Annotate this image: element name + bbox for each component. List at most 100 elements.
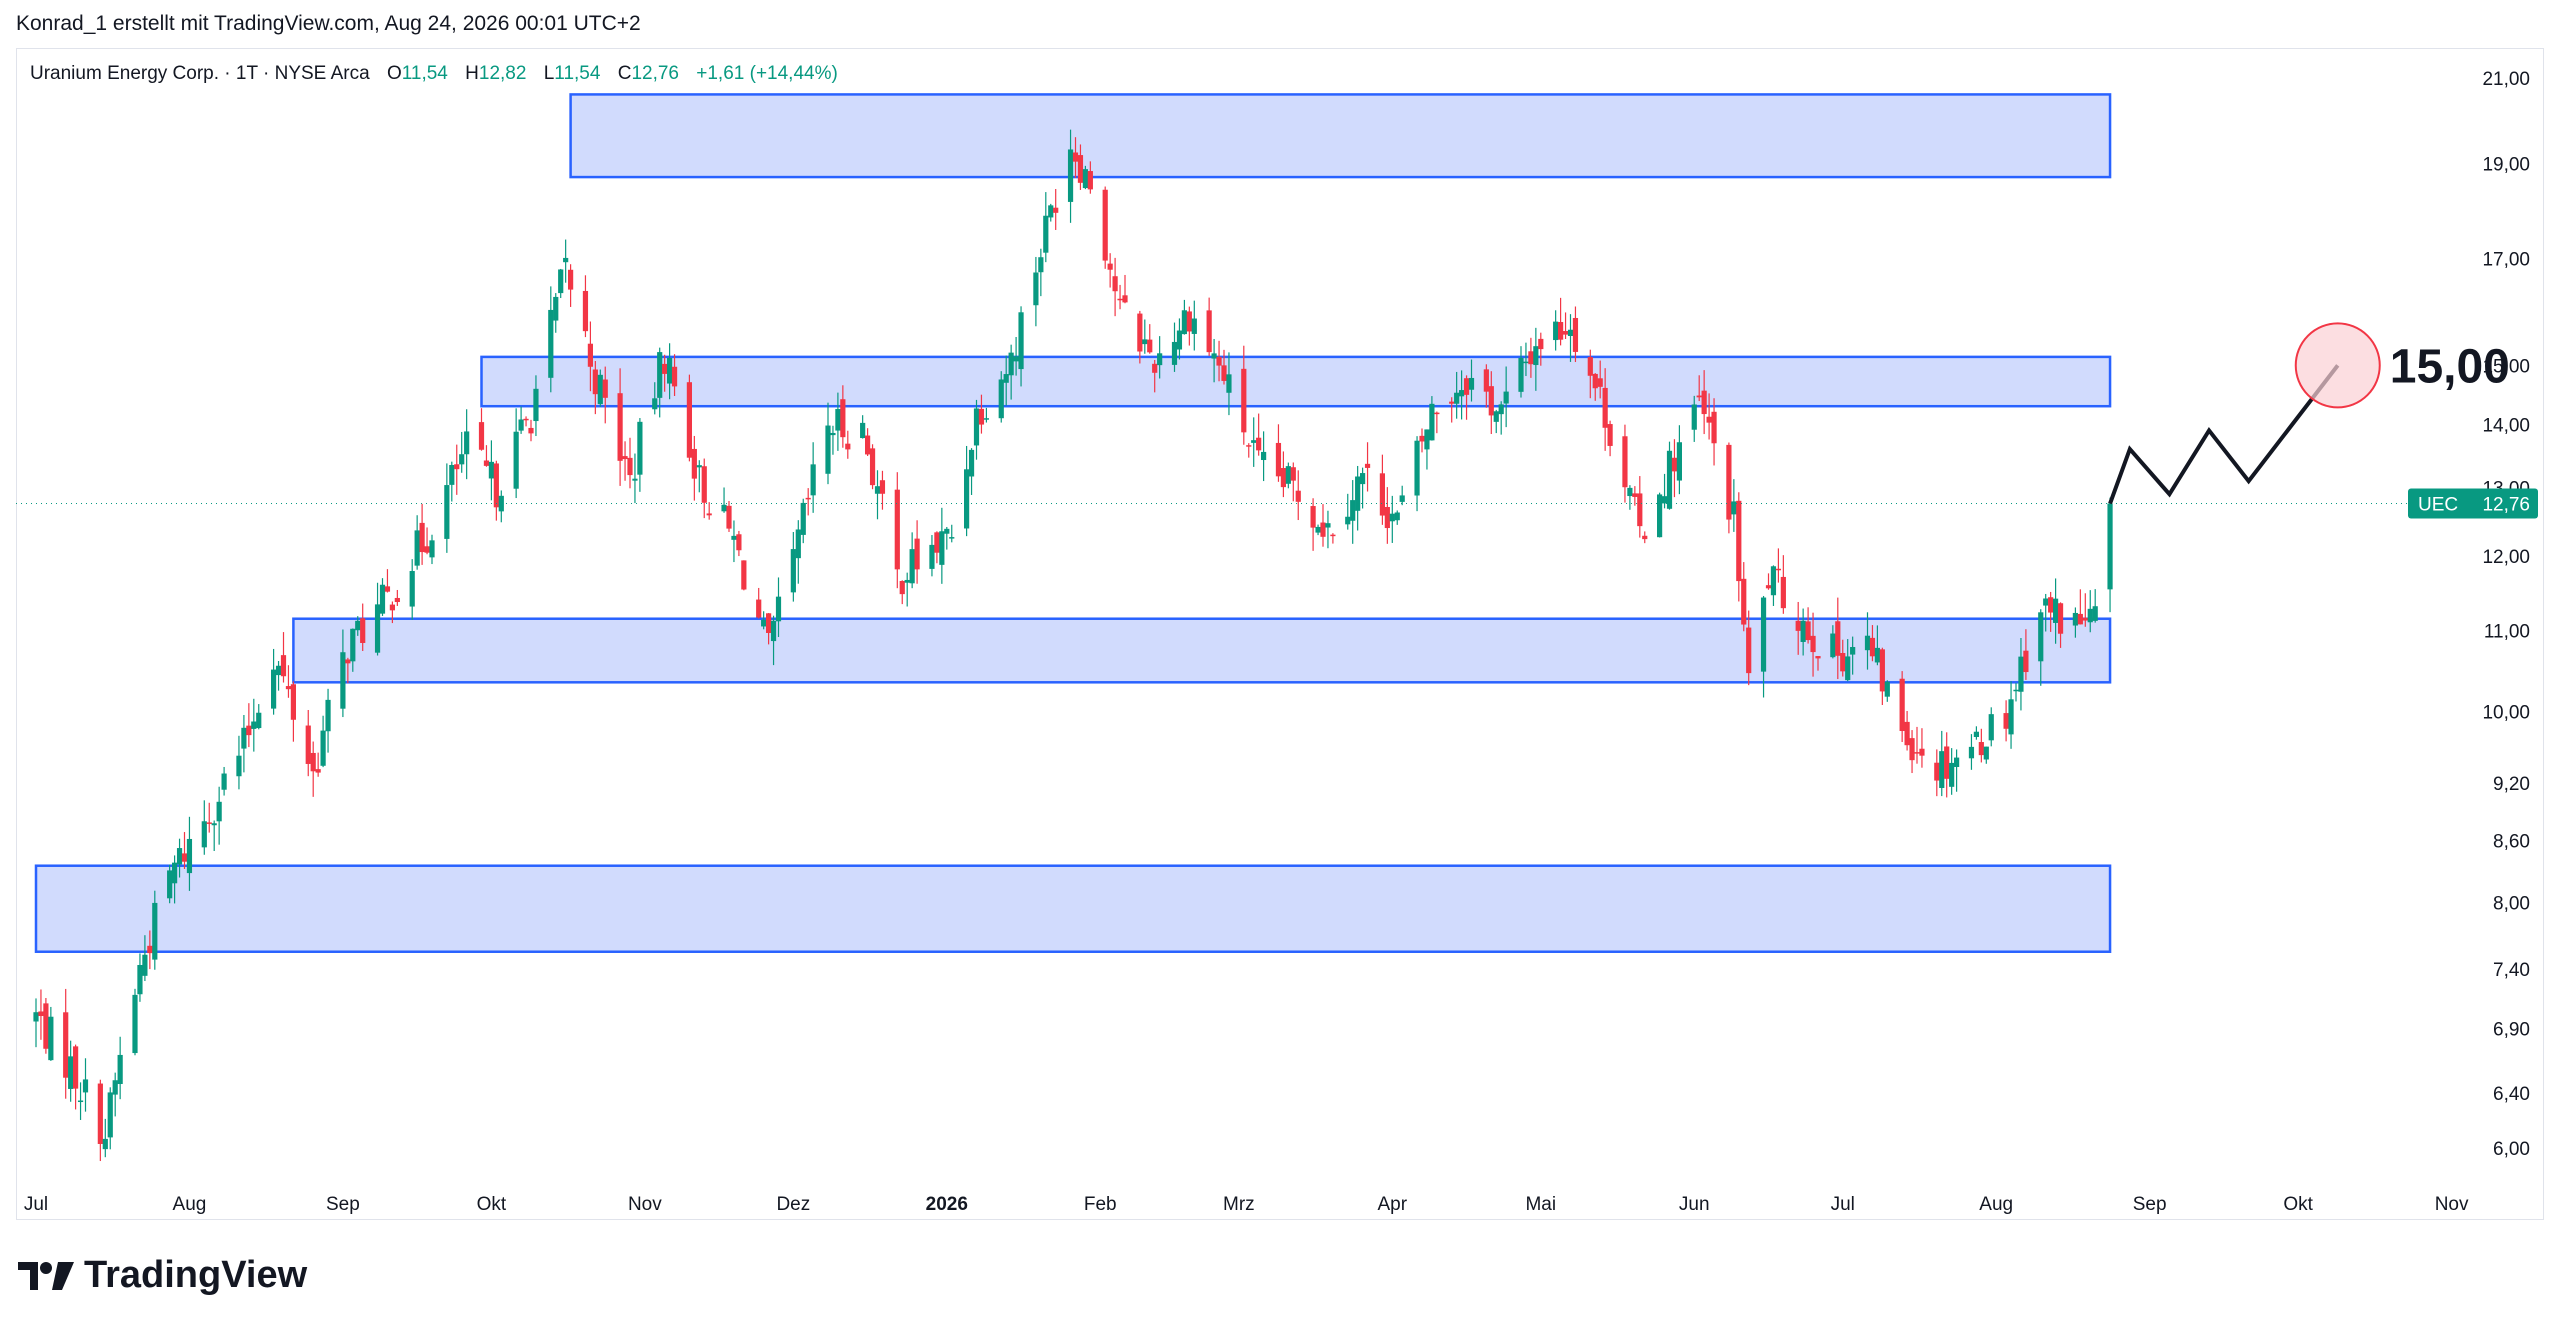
candle-body [280, 655, 287, 677]
candle-body [944, 528, 950, 534]
candle-body [1696, 395, 1702, 398]
candle-body [1553, 321, 1559, 341]
price-zone[interactable] [480, 355, 2112, 408]
candle-body [1661, 496, 1668, 504]
candle-body [1112, 276, 1118, 292]
candle-body [459, 454, 465, 465]
candle-body [1122, 295, 1128, 303]
candle-body [1053, 207, 1059, 213]
candle-body [384, 586, 391, 592]
candle-body [810, 464, 816, 496]
candle-body [1567, 329, 1574, 336]
time-axis-label: Nov [628, 1194, 662, 1215]
time-axis-label: Sep [2133, 1194, 2167, 1215]
candle-body [874, 486, 881, 494]
candle-body [1315, 526, 1321, 533]
candle-body [706, 513, 712, 516]
candle-body [1637, 493, 1643, 527]
candle-body [181, 853, 188, 862]
candle-body [2018, 656, 2024, 692]
candle-body [894, 489, 900, 570]
candle-body [978, 408, 985, 425]
candle-body [241, 727, 247, 749]
candle-body [483, 460, 490, 466]
candle-body [379, 584, 386, 614]
candle-body [73, 1046, 79, 1089]
candle-body [1449, 401, 1455, 404]
candle-body [38, 1011, 44, 1017]
candle-body [1394, 512, 1400, 521]
candle-body [1379, 473, 1385, 516]
candle-body [414, 530, 420, 566]
candle-body [1117, 298, 1123, 301]
candle-body [1102, 189, 1108, 261]
price-axis-label: 14,00 [2482, 415, 2530, 436]
candle-body [914, 538, 920, 570]
candle-body [761, 619, 767, 627]
candle-body [726, 505, 732, 529]
candle-body [167, 870, 173, 899]
candle-body [310, 752, 316, 772]
candle-body [1483, 369, 1489, 392]
candle-body [1429, 403, 1435, 441]
candle-body [568, 269, 574, 290]
candle-body [350, 628, 356, 662]
candle-body [1226, 374, 1232, 393]
price-axis-label: 8,00 [2493, 893, 2530, 914]
time-axis-label: Nov [2435, 1194, 2469, 1215]
candle-body [1523, 361, 1529, 364]
price-zone[interactable] [34, 864, 2112, 953]
candle-body [271, 669, 277, 709]
candle-body [82, 1079, 89, 1093]
candle-body [1731, 501, 1737, 515]
candle-body [1642, 535, 1648, 540]
candle-body [1216, 356, 1222, 366]
candle-body [137, 964, 143, 995]
candle-body [929, 544, 935, 569]
candle-body [275, 665, 282, 676]
candle-body [2087, 608, 2093, 623]
price-axis-label: 8,60 [2493, 832, 2530, 853]
candle-body [949, 537, 955, 539]
candle-body [1147, 339, 1153, 353]
candle-body [1736, 500, 1742, 582]
candle-body [1765, 585, 1772, 589]
candle-body [290, 684, 296, 720]
candle-body [246, 725, 252, 736]
price-chart[interactable]: 15,00 6,00 6,40 6,90 7,40 8,00 8,60 9,20 10,00 1… [0, 0, 2560, 1250]
candle-body [1082, 169, 1088, 189]
candle-body [691, 448, 697, 479]
candle-body [147, 945, 153, 954]
candle-body [548, 309, 554, 378]
candle-body [1795, 620, 1801, 631]
candle-body [1978, 742, 1984, 756]
candle-body [1597, 378, 1603, 387]
candle-body [1191, 318, 1197, 334]
price-tag-ticker: UEC [2418, 495, 2458, 516]
candle-body [909, 549, 915, 584]
candle-body [1830, 633, 1836, 658]
price-axis-label: 17,00 [2482, 249, 2530, 270]
candle-body [1424, 429, 1430, 450]
candle-body [840, 399, 846, 438]
price-zone[interactable] [569, 93, 2112, 179]
candle-body [770, 620, 777, 642]
candle-body [1538, 338, 1544, 350]
target-circle[interactable] [2294, 322, 2381, 409]
candle-body [1310, 506, 1316, 528]
candle-body [1800, 620, 1806, 642]
tradingview-logo[interactable]: TradingView [18, 1254, 307, 1297]
candle-body [513, 431, 519, 489]
candle-body [176, 848, 183, 865]
candle-body [2092, 606, 2098, 621]
candle-body [236, 755, 242, 777]
candle-body [736, 534, 742, 551]
time-axis-label: Okt [2283, 1194, 2313, 1215]
candle-body [1775, 568, 1781, 571]
candle-body [790, 549, 796, 593]
candle-body [518, 419, 524, 431]
candle-body [1602, 387, 1608, 428]
price-axis-label: 12,00 [2482, 547, 2530, 568]
candle-body [1988, 714, 1994, 741]
candle-body [77, 1100, 84, 1103]
